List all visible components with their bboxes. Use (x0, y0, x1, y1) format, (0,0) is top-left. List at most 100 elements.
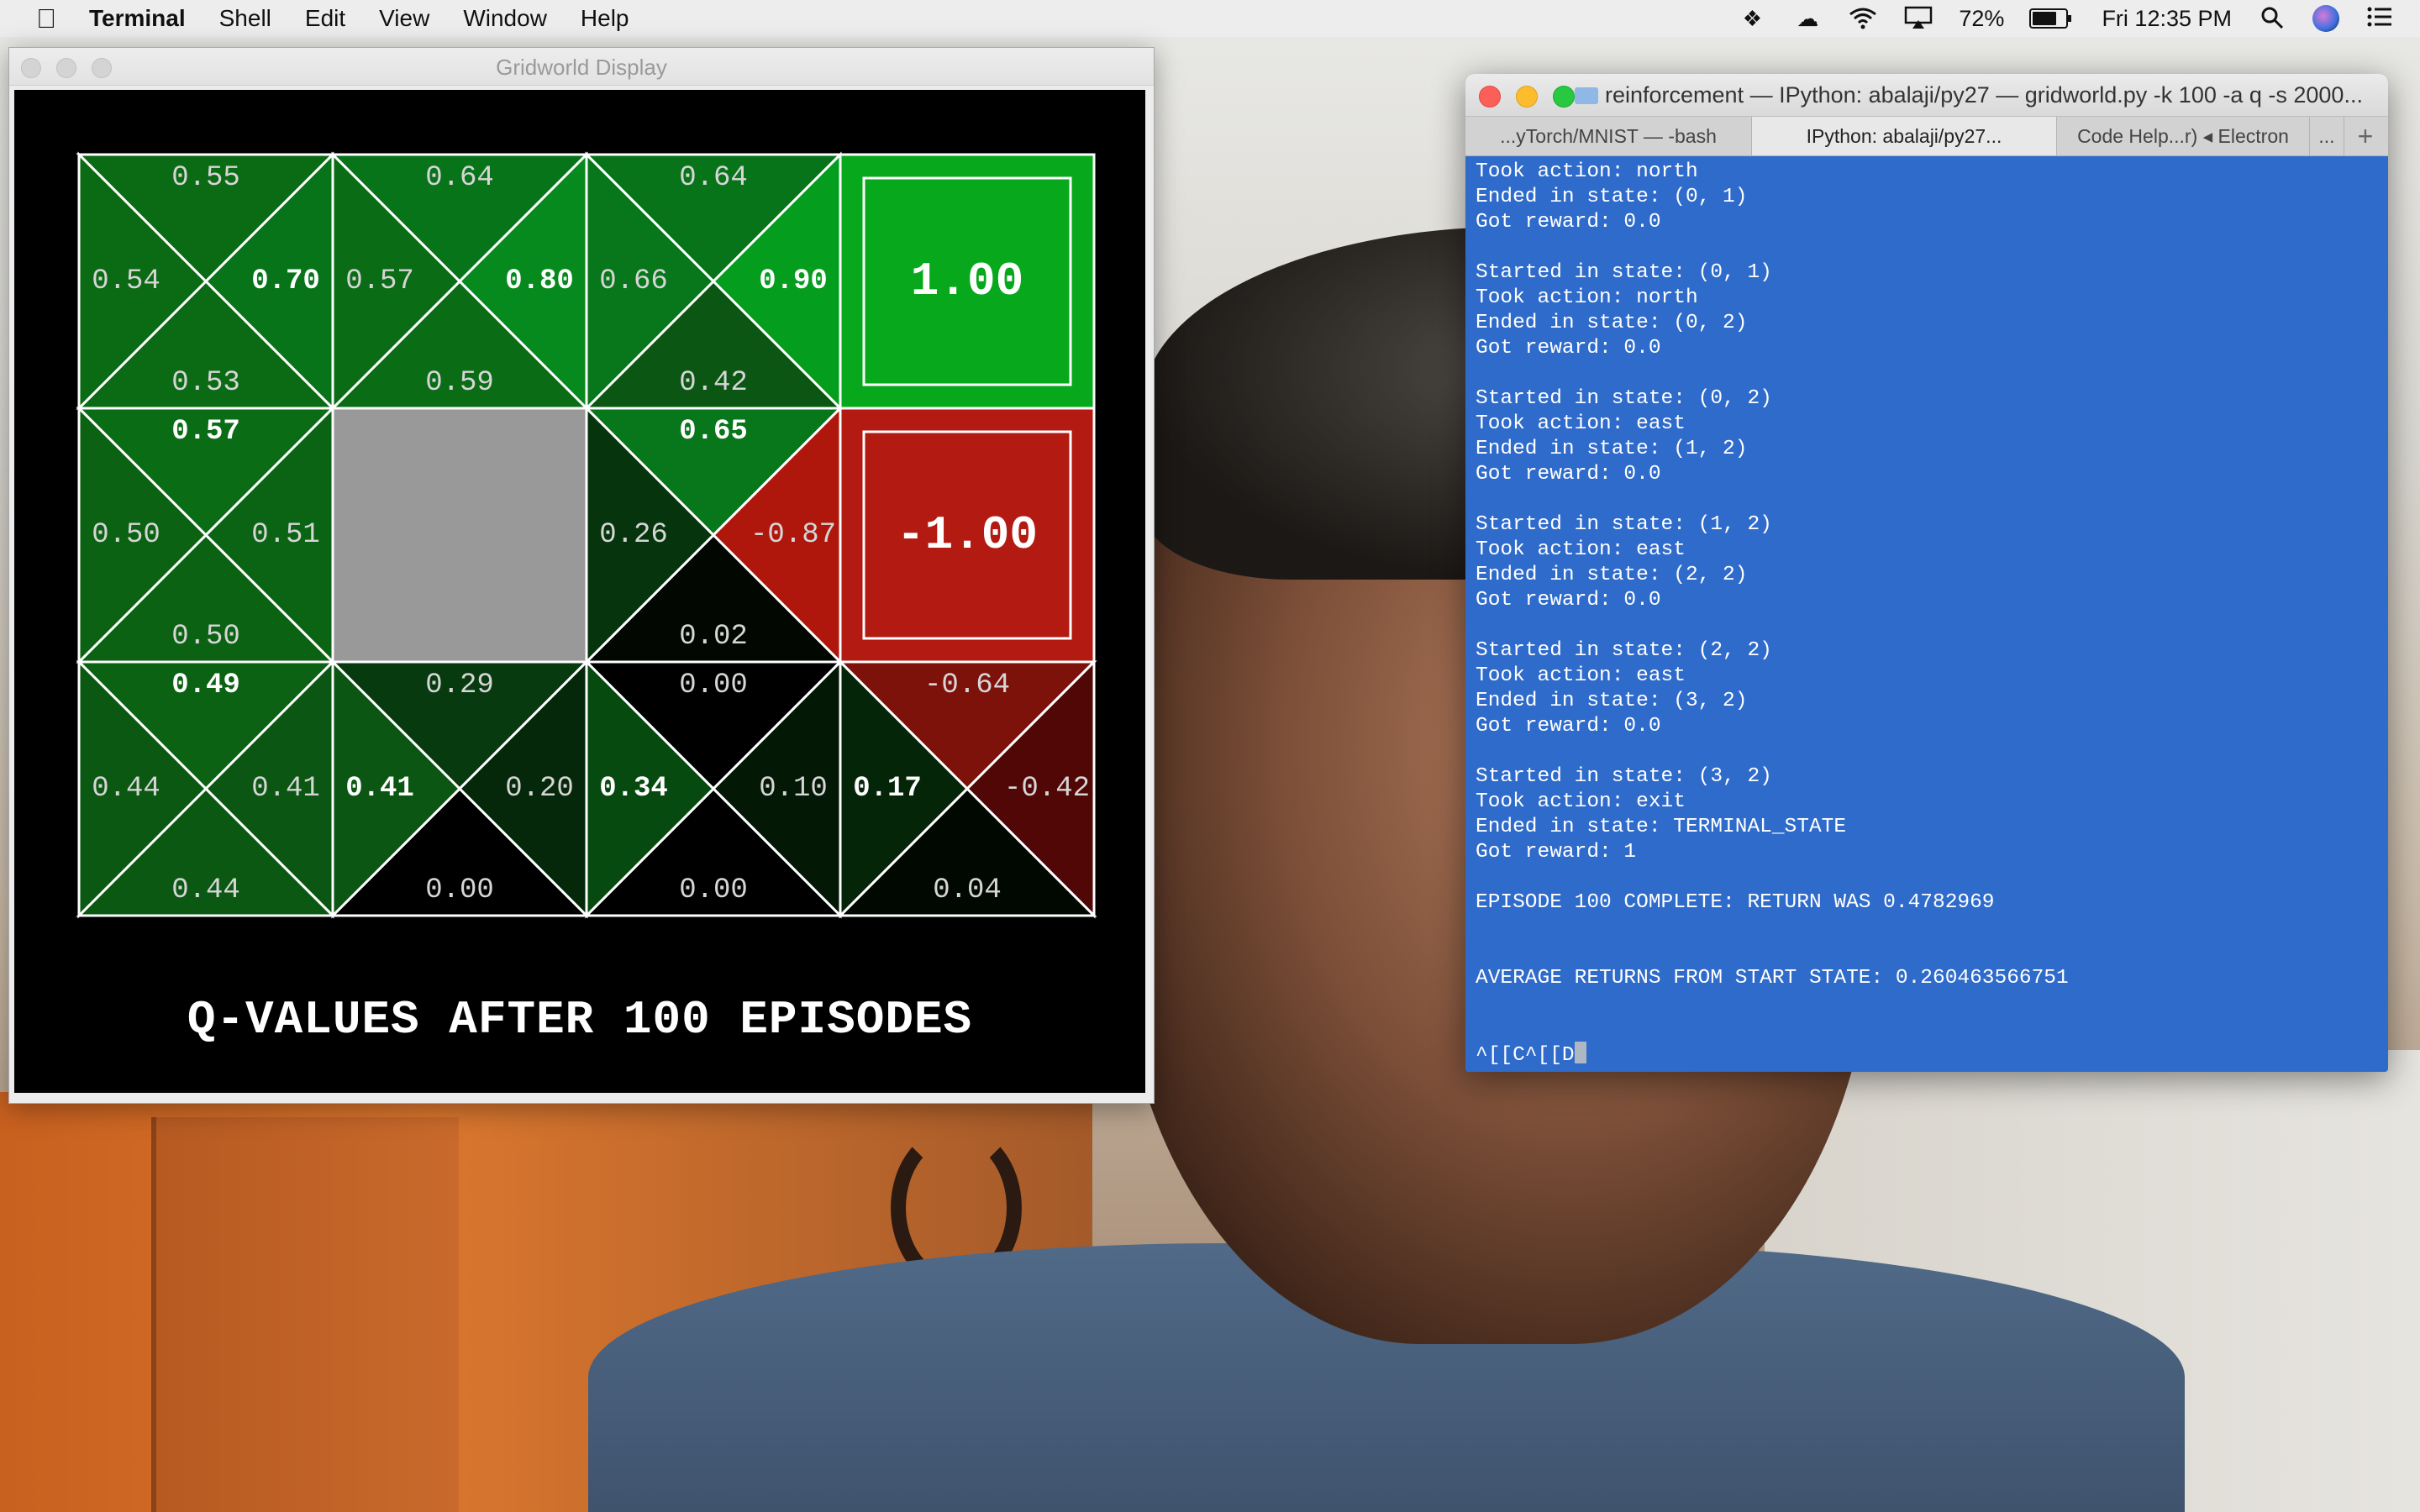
cell-1-1-wall (331, 407, 588, 664)
terminal-line: Got reward: 0.0 (1476, 211, 1661, 234)
cloud-upload-icon[interactable]: ☁ (1792, 6, 1823, 31)
gridworld-canvas: 0.55 0.53 0.54 0.70 0.64 0.59 0.57 0.80 0.64 0.42… (14, 90, 1145, 1093)
siri-icon[interactable] (2312, 5, 2339, 32)
terminal-line: Took action: north (1476, 160, 1698, 183)
cell-0-0-north-value: 0.55 (171, 162, 240, 194)
notification-center-icon[interactable] (2365, 6, 2395, 31)
menu-window[interactable]: Window (463, 5, 547, 32)
terminal-line: Ended in state: (2, 2) (1476, 564, 1748, 586)
terminal-line: Ended in state: (0, 2) (1476, 312, 1748, 334)
status-area: ❖ ☁ 72% Fri 12:35 PM (1737, 0, 2395, 37)
cell-1-2-east-value: 0.20 (505, 773, 574, 805)
terminal-line: Ended in state: (3, 2) (1476, 690, 1748, 712)
terminal-title: reinforcement — IPython: abalaji/py27 — … (1575, 82, 2380, 108)
terminal-title-text: reinforcement — IPython: abalaji/py27 — … (1605, 82, 2363, 108)
terminal-output[interactable]: Took action: north Ended in state: (0, 1)… (1465, 156, 2388, 1072)
cell-2-1-south-value: 0.02 (679, 621, 748, 653)
cell-0-1-west-value: 0.50 (92, 519, 160, 551)
terminal-line: Took action: north (1476, 286, 1698, 309)
cell-2-2-east-value: 0.10 (759, 773, 828, 805)
gridworld-window: Gridworld Display 0.55 0.53 0.54 0.70 0.64 0.… (8, 47, 1155, 1104)
minimize-button[interactable] (1516, 86, 1538, 108)
tab-overflow[interactable]: ... (2310, 117, 2344, 155)
cell-2-1-west-value: 0.26 (599, 519, 668, 551)
cell-2-1-east-value: -0.87 (750, 519, 836, 551)
airplay-icon[interactable] (1903, 6, 1933, 31)
dropbox-icon[interactable]: ❖ (1737, 6, 1767, 31)
terminal-line: Ended in state: (0, 1) (1476, 186, 1748, 208)
terminal-line: Got reward: 0.0 (1476, 463, 1661, 486)
cell-0-0-south-value: 0.53 (171, 367, 240, 399)
cell-0-1-north-value: 0.57 (171, 416, 240, 448)
terminal-line: Took action: east (1476, 538, 1686, 561)
cell-3-1-terminal-value: -1.00 (897, 508, 1038, 562)
zoom-button[interactable] (1553, 86, 1575, 108)
terminal-window: reinforcement — IPython: abalaji/py27 — … (1465, 74, 2388, 1072)
close-button[interactable] (1479, 86, 1501, 108)
tab-electron[interactable]: Code Help...r) ◂ Electron (2057, 117, 2310, 155)
terminal-line: Ended in state: TERMINAL_STATE (1476, 816, 1847, 838)
terminal-line: Got reward: 1 (1476, 841, 1637, 864)
terminal-line: Got reward: 0.0 (1476, 589, 1661, 612)
terminal-line: Started in state: (1, 2) (1476, 513, 1772, 536)
grid-caption: Q-VALUES AFTER 100 EPISODES (187, 993, 973, 1047)
cell-2-0-west-value: 0.66 (599, 265, 668, 297)
q-value-grid: 0.55 0.53 0.54 0.70 0.64 0.59 0.57 0.80 0.64 0.42… (76, 151, 1097, 919)
app-menu[interactable]: Terminal (89, 5, 186, 32)
terminal-line: Took action: east (1476, 664, 1686, 687)
cell-0-0-west-value: 0.54 (92, 265, 160, 297)
cell-2-0-south-value: 0.42 (679, 367, 748, 399)
cell-1-0-west-value: 0.57 (345, 265, 414, 297)
battery-icon[interactable] (2029, 8, 2072, 29)
cell-2-1-north-value: 0.65 (679, 416, 748, 448)
cell-0-1-south-value: 0.50 (171, 621, 240, 653)
cell-2-0-north-value: 0.64 (679, 162, 748, 194)
cell-3-2-south-value: 0.04 (933, 874, 1002, 906)
cell-0-2-north-value: 0.49 (171, 669, 240, 701)
cell-3-2-north-value: -0.64 (924, 669, 1010, 701)
terminal-line: ^[[C^[[D (1476, 1042, 1586, 1068)
tab-ipython[interactable]: IPython: abalaji/py27... (1752, 117, 2057, 155)
terminal-line: Got reward: 0.0 (1476, 715, 1661, 738)
cell-2-2-north-value: 0.00 (679, 669, 748, 701)
cell-1-2-west-value: 0.41 (345, 773, 414, 805)
apple-menu-icon[interactable]:  (32, 4, 60, 33)
terminal-line: Ended in state: (1, 2) (1476, 438, 1748, 460)
terminal-line: EPISODE 100 COMPLETE: RETURN WAS 0.47829… (1476, 891, 1995, 914)
terminal-tabs: ...yTorch/MNIST — -bash IPython: abalaji… (1465, 116, 2388, 156)
spotlight-search-icon[interactable] (2257, 6, 2287, 31)
gridworld-titlebar[interactable]: Gridworld Display (9, 48, 1154, 86)
cell-0-2-east-value: 0.41 (251, 773, 320, 805)
cell-0-2-south-value: 0.44 (171, 874, 240, 906)
terminal-cursor (1574, 1042, 1586, 1063)
cell-1-0-east-value: 0.80 (505, 265, 574, 297)
menu-edit[interactable]: Edit (305, 5, 345, 32)
cell-3-2-east-value: -0.42 (1004, 773, 1090, 805)
terminal-line: Started in state: (2, 2) (1476, 639, 1772, 662)
menu-shell[interactable]: Shell (219, 5, 271, 32)
cell-1-2-north-value: 0.29 (425, 669, 494, 701)
clock[interactable]: Fri 12:35 PM (2102, 6, 2232, 32)
wifi-icon[interactable] (1848, 6, 1878, 31)
menu-view[interactable]: View (379, 5, 429, 32)
terminal-line: Started in state: (3, 2) (1476, 765, 1772, 788)
terminal-line: AVERAGE RETURNS FROM START STATE: 0.2604… (1476, 967, 2069, 990)
cell-3-2-west-value: 0.17 (853, 773, 922, 805)
window-title: Gridworld Display (496, 55, 667, 80)
wooden-door (151, 1117, 459, 1512)
tab-bash[interactable]: ...yTorch/MNIST — -bash (1465, 117, 1752, 155)
menu-bar:  Terminal Shell Edit View Window Help ❖… (0, 0, 2420, 37)
cell-1-0-north-value: 0.64 (425, 162, 494, 194)
cell-1-2-south-value: 0.00 (425, 874, 494, 906)
terminal-titlebar[interactable]: reinforcement — IPython: abalaji/py27 — … (1465, 74, 2388, 116)
cell-2-2-south-value: 0.00 (679, 874, 748, 906)
cell-0-0-east-value: 0.70 (251, 265, 320, 297)
folder-icon (1575, 87, 1598, 104)
menu-help[interactable]: Help (581, 5, 629, 32)
terminal-line: Started in state: (0, 2) (1476, 387, 1772, 410)
battery-percent: 72% (1959, 5, 2005, 31)
cell-2-0-east-value: 0.90 (759, 265, 828, 297)
terminal-line: Took action: exit (1476, 790, 1686, 813)
terminal-line: Took action: east (1476, 412, 1686, 435)
new-tab-button[interactable]: + (2344, 117, 2386, 155)
